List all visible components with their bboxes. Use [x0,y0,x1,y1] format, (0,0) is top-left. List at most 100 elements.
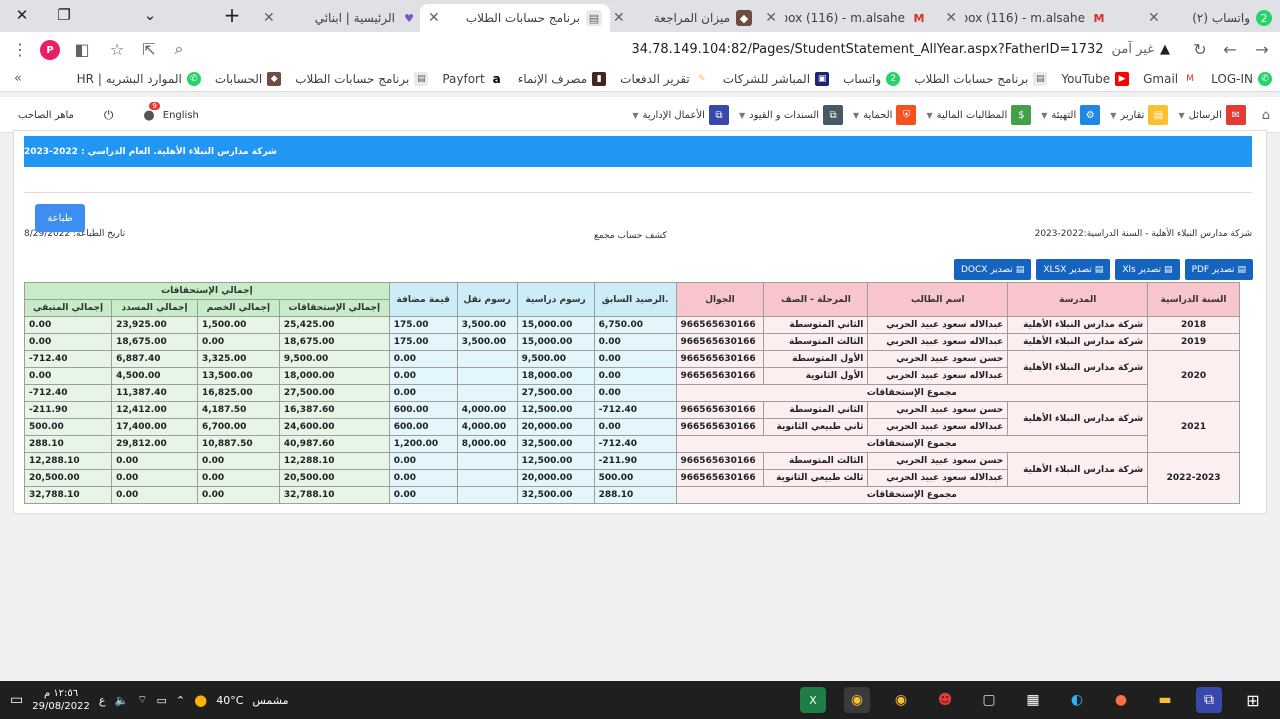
export-pdf-button[interactable]: ▤ تصدير PDF [1184,259,1253,280]
close-icon[interactable]: ✕ [613,10,625,26]
reload-icon[interactable]: ↻ [1188,37,1212,61]
menu-setup[interactable]: ⚙ التهيئة ▼ [1041,105,1101,125]
tab-whatsapp[interactable]: 2 واتساب (٢) ✕ [1140,4,1280,32]
chrome-icon[interactable]: ◉ [888,687,914,713]
bookmark-payments[interactable]: ✎ تقرير الدفعات [620,72,709,86]
bookmark-student-accounts-2[interactable]: ▤ برنامج حسابات الطلاب [295,71,429,86]
total-vat-cell: 0.00 [388,486,458,504]
bookmark-student-accounts[interactable]: ▤ برنامج حسابات الطلاب [914,71,1048,86]
edge-icon[interactable]: ◐ [1064,687,1090,713]
tab-gmail-2[interactable]: M Inbox (116) - m.alsahe ✕ [750,4,935,32]
store-icon[interactable]: ▦ [1020,687,1046,713]
menu-reports[interactable]: ▤ تقارير ▼ [1110,105,1169,125]
home-icon[interactable]: ⌂ [1262,108,1270,123]
youtube-icon: ▶ [1115,71,1130,86]
tab-gmail-1[interactable]: M Inbox (116) - m.alsahe ✕ [930,4,1115,32]
window-icon[interactable]: ▢ [976,687,1002,713]
remaining-cell: 0.00 [23,316,113,334]
close-window-icon[interactable]: ✕ [0,0,44,30]
total-due-cell: 16,387.60 [278,401,390,419]
bookmark-label: برنامج حسابات الطلاب [914,71,1029,86]
close-icon[interactable]: ✕ [1148,10,1160,26]
power-icon[interactable]: ⏻ [104,108,114,123]
menu-protection[interactable]: ⛨ الحماية ▼ [853,105,917,125]
notification-center-icon[interactable]: ▭ [10,692,23,708]
volume-icon[interactable]: 🔈 [114,694,128,707]
battery-icon[interactable]: ▭ [157,694,167,707]
bookmarks-more-icon[interactable]: » [14,71,22,86]
tab-home-children[interactable]: ♥ الرئيسية | ابنائي ✕ [255,4,425,32]
total-discount-cell: 10,887.50 [196,435,280,453]
language-toggle[interactable]: English [163,110,199,121]
vscode-icon[interactable]: ⧉ [1196,687,1222,713]
menu-admin[interactable]: ⧉ الأعمال الإدارية ▼ [632,105,729,125]
close-icon[interactable]: ✕ [945,10,957,26]
close-icon[interactable]: ✕ [428,10,440,26]
weather-icon[interactable]: ● [194,691,207,709]
windows-start-icon[interactable]: ⊞ [1240,687,1266,713]
mobile-cell: 966565630166 [675,452,765,470]
notification-icon[interactable]: ● 9 [143,101,160,123]
tab-trial-balance[interactable]: ◆ ميزان المراجعة ✕ [605,4,760,32]
export-buttons: ▤ تصدير PDF ▤ تصدير Xls ▤ تصدير XLSX ▤ تصدير… [954,259,1253,280]
close-icon[interactable]: ✕ [263,10,275,26]
chevron-up-icon[interactable]: ⌃ [176,694,185,707]
total-discount-cell: 16,825.00 [196,384,280,402]
avatar[interactable]: P [40,40,60,60]
discount-cell: 6,700.00 [196,418,280,436]
close-icon[interactable]: ✕ [765,10,777,26]
game-icon[interactable]: ☻ [932,687,958,713]
clock[interactable]: ١٢:٥٦ م 29/08/2022 [32,687,90,713]
bookmark-youtube[interactable]: ▶ YouTube [1061,71,1130,86]
chrome-active-icon[interactable]: ◉ [844,687,870,713]
menu-messages[interactable]: ✉ الرسائل ▼ [1178,105,1246,125]
tuition-cell: 12,500.00 [516,401,595,419]
wifi-icon[interactable]: ⌔ [137,693,147,707]
export-docx-button[interactable]: ▤ تصدير DOCX [954,259,1032,280]
address-bar[interactable]: 34.78.149.104:82/Pages/StudentStatement_… [200,36,1180,62]
excel-icon[interactable]: X [800,687,826,713]
bookmark-whatsapp[interactable]: 2 واتساب [843,71,901,86]
back-icon[interactable]: → [1250,37,1274,61]
print-button[interactable]: طباعة [35,204,85,232]
menu-vouchers[interactable]: ⧉ السندات و القيود ▼ [739,105,844,125]
firefox-icon[interactable]: ● [1108,687,1134,713]
total-remaining-cell: 288.10 [23,435,113,453]
warning-icon[interactable]: ▲ [1160,42,1170,57]
col-discount: إجمالي الخصم [196,299,280,317]
export-xlsx-button[interactable]: ▤ تصدير XLSX [1036,259,1111,280]
bookmark-hr[interactable]: ✆ الموارد البشريه | HR [77,71,201,86]
bookmark-accounts[interactable]: ◆ الحسابات [215,71,282,86]
tab-title: برنامج حسابات الطلاب [465,11,580,25]
folder-icon[interactable]: ▬ [1152,687,1178,713]
export-xls-button[interactable]: ▤ تصدير Xls [1115,259,1180,280]
report-header: شركة مدارس النبلاء الأهلية. العام الدراس… [24,136,1252,167]
bookmark-payfort[interactable]: a Payfort [442,72,503,86]
student-cell: عبدالاله سعود عبيد الحربي [867,333,1009,351]
col-paid: إجمالي المسدد [111,299,198,317]
bookmark-login[interactable]: ✆ LOG-IN [1211,71,1272,86]
share-icon[interactable]: ⇱ [137,37,161,61]
statement-table-wrap: السنة الدراسية المدرسة اسم الطالب المرحل… [23,282,1252,504]
bookmark-star-icon[interactable]: ☆ [105,37,129,61]
restore-icon[interactable]: ❐ [42,0,86,30]
tab-search-icon[interactable]: ⌄ [128,0,172,30]
bookmark-gmail[interactable]: M Gmail [1143,72,1197,86]
menu-icon[interactable]: ⋮ [8,37,32,61]
bookmark-direct[interactable]: ▣ المباشر للشركات [723,71,830,86]
sidebar-icon[interactable]: ◧ [70,37,94,61]
menu-financial-claims[interactable]: $ المطالبات المالية ▼ [926,105,1032,125]
new-tab-button[interactable]: + [210,0,254,30]
username[interactable]: ماهر الصاحب [18,110,74,121]
bookmark-alinma[interactable]: ▮ مصرف الإنماء [518,71,607,86]
menu-label: الأعمال الإدارية [642,109,705,121]
zoom-icon[interactable]: ⌕ [167,37,191,61]
table-row: 2020 شركة مدارس النبلاء الأهلية حسن سعود ع… [23,350,1240,402]
grade-cell: الأول المتوسطة [763,350,869,368]
input-language[interactable]: ع [99,694,106,707]
total-discount-cell: 0.00 [196,486,280,504]
discount-cell: 0.00 [196,333,280,351]
gmail-icon: M [1093,11,1105,25]
tab-student-accounts[interactable]: ▤ برنامج حسابات الطلاب ✕ [420,4,610,32]
forward-icon[interactable]: ← [1218,37,1242,61]
